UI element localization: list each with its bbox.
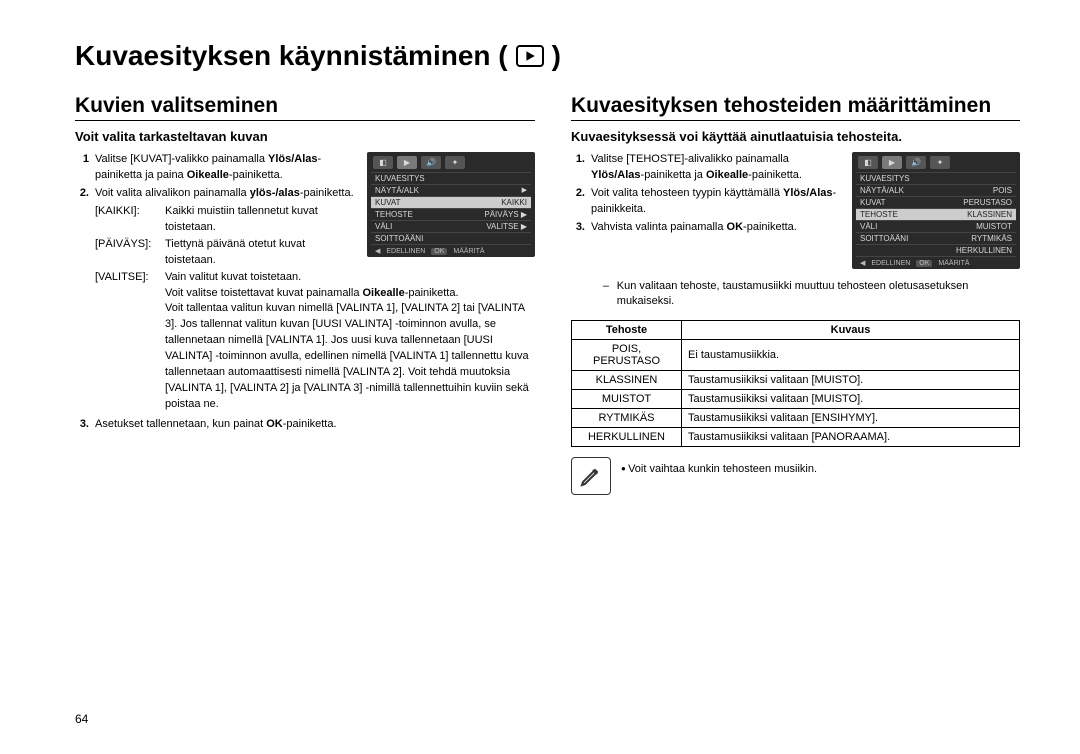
document-page: Kuvaesityksen käynnistäminen ( ) Kuvien … [0,0,1080,515]
title-close: ) [552,40,561,72]
def-val: Tiettynä päivänä otetut kuvat toistetaan… [165,237,357,269]
page-number: 64 [75,712,88,726]
lcd-tab-play-icon: ▶ [397,156,417,169]
lcd-tab-setup-icon: ✦ [930,156,950,169]
def-val: Kaikki muistiin tallennetut kuvat toiste… [165,204,357,236]
lcd-tab-play-icon: ▶ [882,156,902,169]
camera-lcd-left: ◧ ▶ 🔊 ✦ KUVAESITYS NÄYTÄ/ALK▶ KUVATKAIKK… [367,152,535,257]
note: – Kun valitaan tehoste, taustamusiikki m… [601,279,1020,310]
lcd-tab-icon: ◧ [858,156,878,169]
table-row: POIS,PERUSTASO Ei taustamusiikkia. [572,339,1020,370]
right-heading: Kuvaesityksen tehosteiden määrittäminen [571,94,1020,121]
right-top-block: 1. Valitse [TEHOSTE]-alivalikko painamal… [571,152,1020,269]
lcd-tab-icon: ◧ [373,156,393,169]
page-title: Kuvaesityksen käynnistäminen ( ) [75,40,1020,72]
note-text: Kun valitaan tehoste, taustamusiikki muu… [617,279,1020,310]
step-number: 3. [75,417,89,433]
lcd-tab-sound-icon: 🔊 [421,156,441,169]
table-row: HERKULLINENTaustamusiikiksi valitaan [PA… [572,427,1020,446]
left-column: Kuvien valitseminen Voit valita tarkaste… [75,94,535,435]
lcd-tab-sound-icon: 🔊 [906,156,926,169]
step-number: 2. [571,186,585,218]
def-key: [VALITSE]: [95,270,159,413]
step-number: 1. [571,152,585,184]
def-key: [KAIKKI]: [95,204,159,236]
tip-text: Voit vaihtaa kunkin tehosteen musiikin. [621,463,817,475]
definition-list: [KAIKKI]: Kaikki muistiin tallennetut ku… [95,204,357,269]
left-subheading: Voit valita tarkasteltavan kuvan [75,129,535,144]
camera-lcd-right: ◧ ▶ 🔊 ✦ KUVAESITYS NÄYTÄ/ALKPOIS KUVATPE… [852,152,1020,269]
right-subheading: Kuvaesityksessä voi käyttää ainutlaatuis… [571,129,1020,144]
left-top-block: 1 Valitse [KUVAT]-valikko painamalla Ylö… [75,152,535,270]
two-column-layout: Kuvien valitseminen Voit valita tarkaste… [75,94,1020,495]
left-heading: Kuvien valitseminen [75,94,535,121]
instructions: 1 Valitse [KUVAT]-valikko painamalla Ylö… [75,152,357,202]
lcd-tab-setup-icon: ✦ [445,156,465,169]
right-column: Kuvaesityksen tehosteiden määrittäminen … [571,94,1020,495]
effects-table: Tehoste Kuvaus POIS,PERUSTASO Ei taustam… [571,320,1020,447]
table-row: RYTMIKÄSTaustamusiikiksi valitaan [ENSIH… [572,408,1020,427]
th-desc: Kuvaus [682,320,1020,339]
th-effect: Tehoste [572,320,682,339]
dash-icon: – [601,279,611,310]
definition-list-cont: [VALITSE]: Vain valitut kuvat toistetaan… [95,270,535,413]
tip-box: Voit vaihtaa kunkin tehosteen musiikin. [571,457,1020,495]
step-number: 3. [571,220,585,236]
def-key: [PÄIVÄYS]: [95,237,159,269]
title-text: Kuvaesityksen käynnistäminen ( [75,40,508,72]
note-pencil-icon [571,457,611,495]
step-number: 1 [75,152,89,184]
table-row: KLASSINENTaustamusiikiksi valitaan [MUIS… [572,370,1020,389]
table-row: MUISTOTTaustamusiikiksi valitaan [MUISTO… [572,389,1020,408]
slideshow-icon [516,45,544,67]
step-number: 2. [75,186,89,202]
